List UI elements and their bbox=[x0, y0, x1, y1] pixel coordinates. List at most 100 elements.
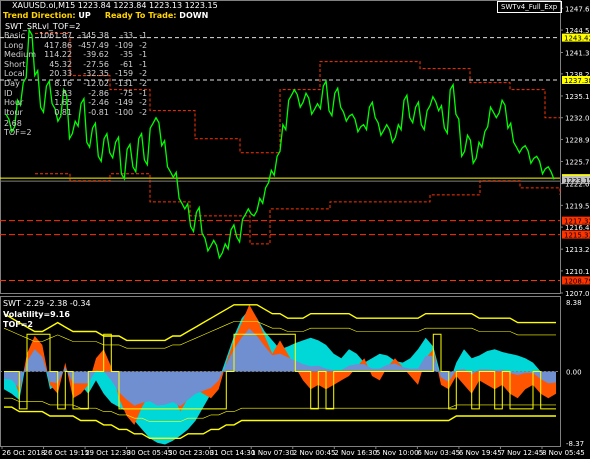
stats-row: Itour 0.81 -0.81 -100 -2 bbox=[4, 108, 153, 118]
price-tick-label: 1241.30 bbox=[565, 49, 590, 57]
trend-status: Trend Direction: UP | Ready To Trade: DO… bbox=[3, 11, 209, 20]
time-tick-label: 5 Nov 10:00 bbox=[376, 449, 419, 457]
stats-cell-d: -2 bbox=[139, 78, 148, 88]
stats-cell-d: -1 bbox=[139, 31, 148, 40]
time-tick-label: 26 Oct 19:15 bbox=[44, 449, 90, 457]
price-tick-label: 1210.15 bbox=[565, 268, 590, 276]
price-tick-label: 1207.00 bbox=[565, 290, 590, 298]
stats-cell-c: -33 bbox=[120, 31, 134, 40]
stats-cell-b: -39.62 bbox=[83, 50, 109, 60]
stats-cell-b: -2.86 bbox=[88, 88, 109, 98]
price-tick-label: 1219.50 bbox=[565, 202, 590, 210]
stats-row: Long 417.86 -457.49 -109 -2 bbox=[4, 41, 153, 51]
indicator-tick-label: 0.00 bbox=[566, 369, 582, 377]
stats-row: ID 3.83 -2.86 -75 -1 bbox=[4, 89, 153, 99]
time-tick-label: 30 Oct 23:00 bbox=[168, 449, 214, 457]
tof-label: TOF=2 bbox=[4, 128, 32, 137]
price-tick-label: 1213.25 bbox=[565, 246, 590, 254]
stats-cell-d: -2 bbox=[139, 69, 148, 79]
stats-cell-b: -27.56 bbox=[83, 59, 109, 69]
stats-cell-c: -159 bbox=[114, 69, 134, 79]
stats-cell-a: 0.81 bbox=[54, 107, 73, 117]
indicator-tick-label: -8.37 bbox=[566, 440, 584, 448]
stats-extra: 2.68 bbox=[4, 119, 22, 128]
stats-cell-c: -109 bbox=[114, 40, 134, 50]
stats-cell-d: -2 bbox=[139, 98, 148, 108]
indicator-title: SWT -2.29 -2.38 -0.34 bbox=[3, 299, 91, 308]
stats-cell-d: -2 bbox=[139, 107, 148, 117]
stats-table: Basic 1061.87 -345.38 -33 -1 Long 417.86 -457.4… bbox=[4, 31, 153, 117]
stats-cell-c: -100 bbox=[114, 107, 134, 117]
price-level-badge-label: 1237.38 bbox=[564, 77, 590, 85]
stats-cell-a: 1061.87 bbox=[39, 31, 73, 40]
stats-cell-c: -75 bbox=[120, 88, 134, 98]
indicator-name: SWT_SRLvl_TOF=2 bbox=[5, 22, 81, 31]
stats-cell-d: -1 bbox=[139, 88, 148, 98]
stats-cell-b: -0.81 bbox=[88, 107, 109, 117]
stats-cell-b: -32.35 bbox=[83, 69, 109, 79]
stats-cell-c: -131 bbox=[114, 78, 134, 88]
swt-expert-box[interactable]: SWTv4_Full_Exp bbox=[497, 1, 562, 13]
price-tick-label: 1225.75 bbox=[565, 159, 590, 167]
price-tick-label: 1232.00 bbox=[565, 115, 590, 123]
stats-cell-a: 114.22 bbox=[44, 50, 73, 60]
time-tick-label: 6 Nov 03:45 bbox=[417, 449, 460, 457]
stats-cell-a: 8.16 bbox=[54, 78, 73, 88]
stats-cell-c: -61 bbox=[120, 59, 134, 69]
stats-cell-name: Local bbox=[4, 69, 25, 79]
stats-cell-b: -12.02 bbox=[83, 78, 109, 88]
stats-row: Day 8.16 -12.02 -131 -2 bbox=[4, 79, 153, 89]
ready-to-trade-value: DOWN bbox=[179, 11, 209, 20]
stats-cell-b: -457.49 bbox=[78, 40, 109, 50]
stats-cell-name: Basic bbox=[4, 31, 26, 40]
price-tick-label: 1228.90 bbox=[565, 136, 590, 144]
stats-row: Local 20.33 -32.35 -159 -2 bbox=[4, 69, 153, 79]
price-tick-label: 1235.10 bbox=[565, 93, 590, 101]
stats-row: Basic 1061.87 -345.38 -33 -1 bbox=[4, 31, 153, 41]
time-tick-label: 6 Nov 19:45 bbox=[459, 449, 502, 457]
price-level-badge-label: 1217.32 bbox=[564, 218, 590, 226]
price-level-badge-label: 1243.42 bbox=[564, 35, 590, 43]
time-tick-label: 2 Nov 00:45 bbox=[293, 449, 336, 457]
trend-direction-value: UP bbox=[78, 11, 91, 20]
stats-cell-name: Day bbox=[4, 78, 20, 88]
stats-cell-a: 417.86 bbox=[44, 40, 73, 50]
stats-cell-name: Short bbox=[4, 59, 26, 69]
price-level-badge-label: 1215.33 bbox=[564, 232, 590, 240]
stats-cell-b: -345.38 bbox=[78, 31, 109, 40]
indicator-tof: TOF=2 bbox=[3, 320, 33, 329]
trend-direction-label: Trend Direction: bbox=[3, 11, 76, 20]
symbol-header: XAUUSD.ol,M15 1223.84 1223.84 1223.13 12… bbox=[12, 1, 218, 10]
stats-row: Medium 114.22 -39.62 -35 -1 bbox=[4, 50, 153, 60]
stats-row: Short 45.32 -27.56 -61 -1 bbox=[4, 60, 153, 70]
stats-cell-c: -35 bbox=[120, 50, 134, 60]
time-tick-label: 1 Nov 07:30 bbox=[251, 449, 294, 457]
stats-cell-name: Long bbox=[4, 40, 24, 50]
stats-cell-a: 45.32 bbox=[49, 59, 73, 69]
indicator-tick-label: 8.38 bbox=[566, 299, 582, 307]
time-tick-label: 31 Oct 14:30 bbox=[210, 449, 256, 457]
stats-cell-b: -2.46 bbox=[88, 98, 109, 108]
price-level-badge-label: 1223.15 bbox=[564, 177, 590, 185]
stats-cell-name: ID bbox=[4, 88, 13, 98]
time-tick-label: 26 Oct 2018 bbox=[2, 449, 45, 457]
stats-cell-a: 3.83 bbox=[54, 88, 73, 98]
stats-cell-c: -149 bbox=[114, 98, 134, 108]
stats-cell-d: -2 bbox=[139, 40, 148, 50]
stats-cell-name: Medium bbox=[4, 50, 36, 60]
price-level-badge-label: 1208.79 bbox=[564, 277, 590, 285]
price-tick-label: 1247.60 bbox=[565, 5, 590, 13]
stats-cell-d: -1 bbox=[139, 59, 148, 69]
time-tick-label: 2 Nov 16:30 bbox=[334, 449, 377, 457]
stats-cell-a: 1.65 bbox=[54, 98, 73, 108]
ready-to-trade-label: Ready To Trade: bbox=[104, 11, 177, 20]
time-tick-label: 30 Oct 05:45 bbox=[127, 449, 173, 457]
time-tick-label: 8 Nov 05:45 bbox=[542, 449, 585, 457]
stats-cell-d: -1 bbox=[139, 50, 148, 60]
stats-cell-a: 20.33 bbox=[49, 69, 73, 79]
stats-cell-name: Itour bbox=[4, 107, 23, 117]
stats-row: Hour 1.65 -2.46 -149 -2 bbox=[4, 98, 153, 108]
time-tick-label: 29 Oct 12:30 bbox=[85, 449, 131, 457]
stats-cell-name: Hour bbox=[4, 98, 24, 108]
volatility-label: Volatility=9.16 bbox=[3, 310, 70, 319]
